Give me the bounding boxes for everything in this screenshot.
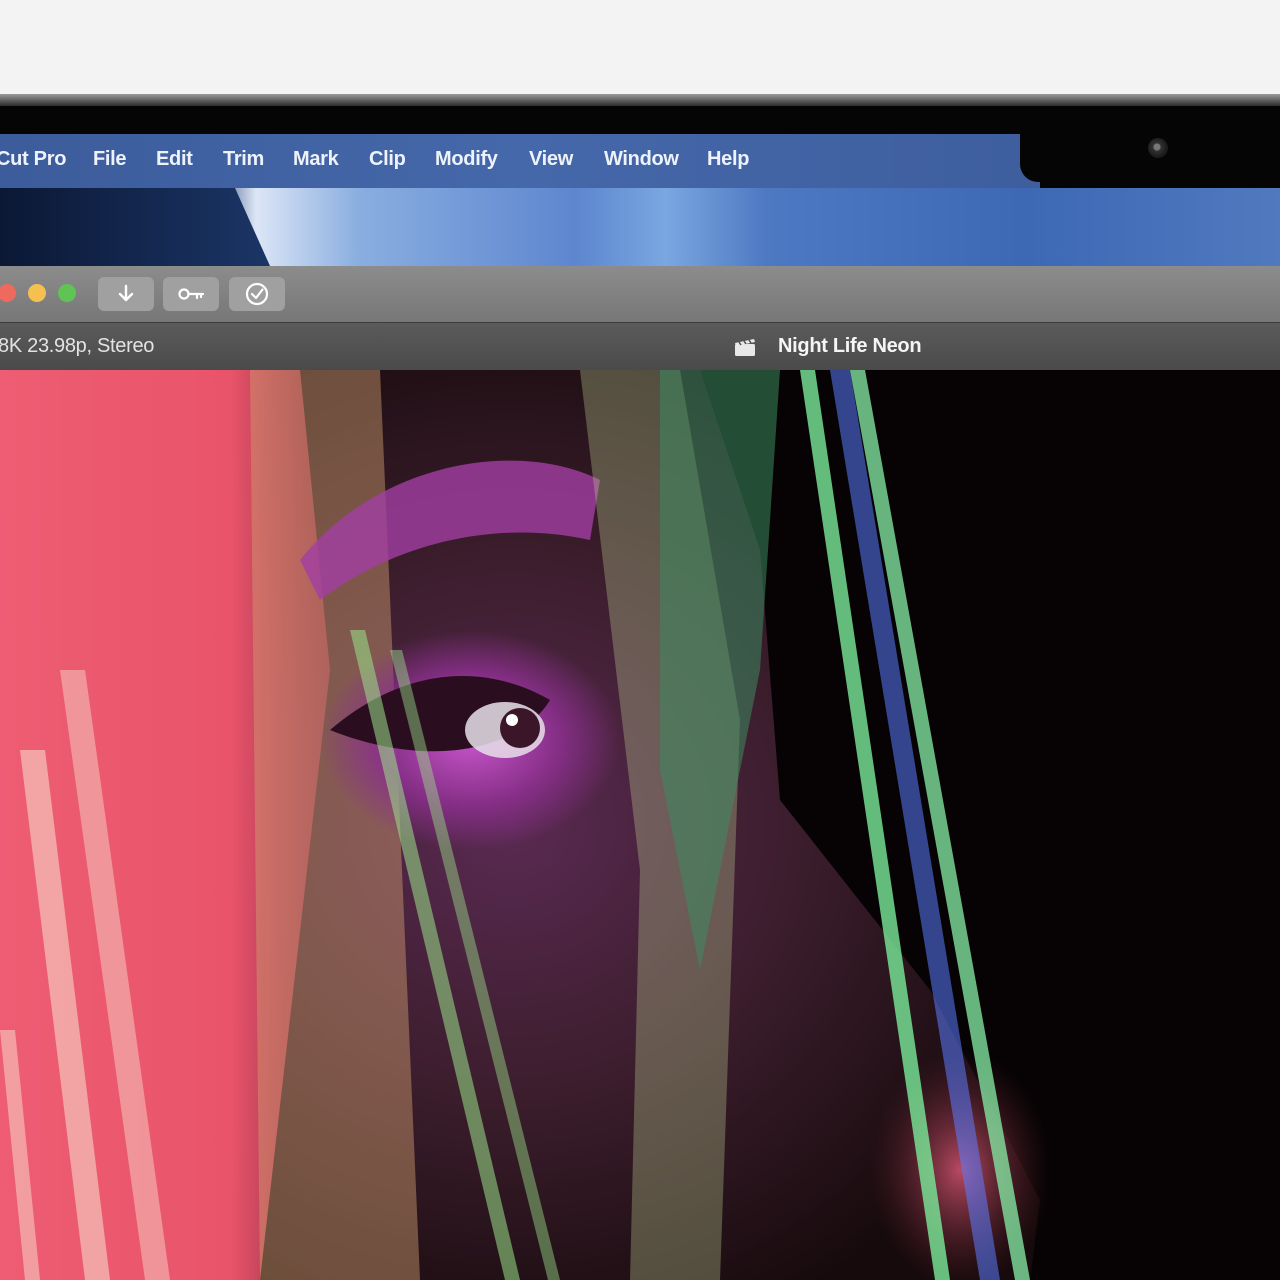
close-window-button[interactable] [0,284,16,302]
download-arrow-icon [118,284,134,302]
menu-modify[interactable]: Modify [435,148,498,171]
menu-bar: Cut Pro File Edit Trim Mark Clip Modify … [0,134,1040,188]
desktop-wallpaper [0,188,1280,266]
laptop-screen: Cut Pro File Edit Trim Mark Clip Modify … [0,106,1280,1280]
menu-trim[interactable]: Trim [223,148,264,171]
zoom-window-button[interactable] [58,284,76,302]
menu-window[interactable]: Window [604,148,679,171]
video-frame-image [0,370,1280,1280]
menu-app-name[interactable]: Cut Pro [0,148,66,171]
menu-file[interactable]: File [93,148,127,171]
import-button[interactable] [98,277,154,311]
project-format-label: 8K 23.98p, Stereo [0,335,155,357]
menu-mark[interactable]: Mark [293,148,339,171]
minimize-window-button[interactable] [28,284,46,302]
video-viewer[interactable] [0,370,1280,1280]
menu-help[interactable]: Help [707,148,749,171]
checkmark-circle-icon [245,282,269,306]
menu-clip[interactable]: Clip [369,148,406,171]
menu-view[interactable]: View [529,148,573,171]
project-title[interactable]: Night Life Neon [778,335,922,358]
menu-edit[interactable]: Edit [156,148,193,171]
keyword-button[interactable] [163,277,219,311]
laptop-bezel-top [0,0,1280,96]
wallpaper-dark-shape [0,188,270,266]
camera-icon [1148,138,1168,158]
viewer-info-bar: 8K 23.98p, Stereo Night Life Neon [0,322,1280,371]
window-toolbar [0,266,1280,322]
key-icon [178,288,205,300]
background-tasks-button[interactable] [229,277,285,311]
clapperboard-icon [735,339,755,356]
